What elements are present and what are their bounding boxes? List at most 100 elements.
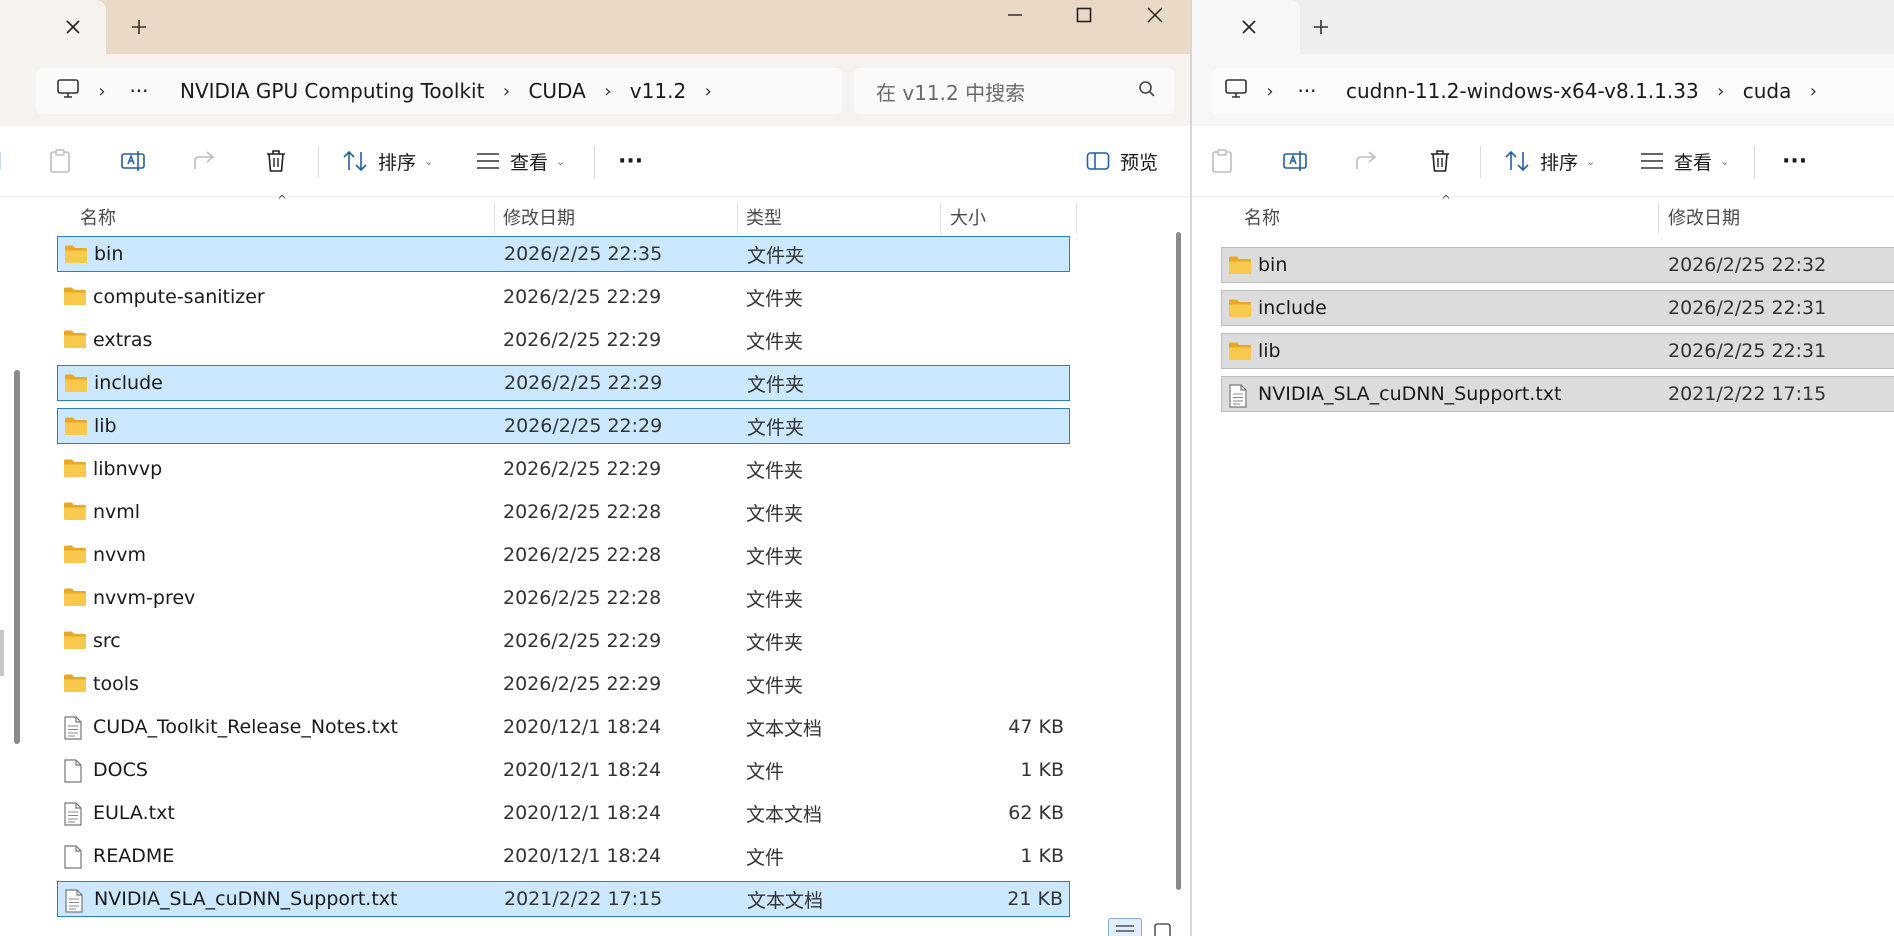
breadcrumb-separator[interactable]: ›: [80, 81, 124, 102]
file-row[interactable]: README 2020/12/1 18:24 文件 1 KB: [57, 838, 1070, 874]
cut-button[interactable]: [0, 138, 6, 184]
view-button[interactable]: 查看 ⌄: [1640, 138, 1729, 184]
nav-pane-scrollbar[interactable]: [14, 370, 20, 744]
file-type: 文件夹: [746, 330, 804, 353]
new-tab-button[interactable]: [122, 10, 156, 44]
breadcrumb-item[interactable]: cudnn-11.2-windows-x64-v8.1.1.33: [1346, 79, 1699, 103]
file-row[interactable]: bin 2026/2/25 22:35 文件夹: [57, 236, 1070, 272]
file-name: compute-sanitizer: [93, 286, 265, 308]
tiles-view-toggle[interactable]: [1154, 922, 1172, 936]
maximize-button[interactable]: [1049, 0, 1119, 30]
rename-button[interactable]: [1282, 138, 1310, 184]
file-name: NVIDIA_SLA_cuDNN_Support.txt: [94, 888, 398, 910]
column-divider[interactable]: [1076, 202, 1077, 234]
address-bar[interactable]: › ··· NVIDIA GPU Computing Toolkit › CUD…: [36, 68, 842, 114]
breadcrumb-item[interactable]: NVIDIA GPU Computing Toolkit: [180, 79, 484, 103]
breadcrumb-separator[interactable]: ›: [484, 81, 528, 102]
breadcrumb-more[interactable]: ···: [124, 79, 154, 103]
column-header-modified[interactable]: 修改日期: [503, 200, 575, 234]
minimize-button[interactable]: [980, 0, 1050, 30]
tab-close-button[interactable]: [56, 10, 90, 44]
column-header-size[interactable]: 大小: [950, 200, 986, 234]
file-size: 21 KB: [1007, 888, 1063, 910]
column-header-name[interactable]: 名称: [1244, 200, 1280, 234]
paste-button[interactable]: [1210, 138, 1234, 184]
text-file-icon: [63, 802, 83, 831]
search-icon[interactable]: [1138, 79, 1156, 103]
file-row[interactable]: src 2026/2/25 22:29 文件夹: [57, 623, 1070, 659]
file-name: bin: [1258, 254, 1288, 276]
breadcrumb-item[interactable]: cuda: [1743, 79, 1792, 103]
breadcrumb-separator[interactable]: ›: [1699, 81, 1743, 102]
file-row[interactable]: EULA.txt 2020/12/1 18:24 文本文档 62 KB: [57, 795, 1070, 831]
column-header-modified[interactable]: 修改日期: [1668, 200, 1740, 234]
more-options-button[interactable]: ···: [1782, 138, 1807, 184]
tiles-view-icon: [1154, 923, 1171, 936]
column-header-type[interactable]: 类型: [746, 200, 782, 234]
file-row[interactable]: tools 2026/2/25 22:29 文件夹: [57, 666, 1070, 702]
file-row[interactable]: CUDA_Toolkit_Release_Notes.txt 2020/12/1 …: [57, 709, 1070, 745]
share-button[interactable]: [192, 138, 218, 184]
delete-button[interactable]: [1428, 138, 1452, 184]
breadcrumb-item[interactable]: CUDA: [528, 79, 585, 103]
file-row[interactable]: lib 2026/2/25 22:29 文件夹: [57, 408, 1070, 444]
sort-button[interactable]: 排序 ⌄: [342, 138, 433, 184]
details-view-toggle[interactable]: [1108, 918, 1142, 936]
column-divider[interactable]: [1658, 202, 1659, 234]
search-input[interactable]: 在 v11.2 中搜索: [876, 77, 1138, 106]
file-row[interactable]: NVIDIA_SLA_cuDNN_Support.txt 2021/2/22 17…: [1221, 376, 1894, 412]
view-button[interactable]: 查看 ⌄: [476, 138, 565, 184]
address-bar[interactable]: › ··· cudnn-11.2-windows-x64-v8.1.1.33 ›…: [1212, 68, 1894, 114]
close-icon: [66, 20, 80, 34]
file-row[interactable]: nvvm 2026/2/25 22:28 文件夹: [57, 537, 1070, 573]
file-type: 文件夹: [747, 373, 805, 396]
file-modified-date: 2020/12/1 18:24: [503, 716, 662, 738]
breadcrumb-separator[interactable]: ›: [1248, 81, 1292, 102]
breadcrumb-item[interactable]: v11.2: [630, 79, 686, 103]
sort-label: 排序: [378, 151, 417, 174]
nav-pane-resize-handle[interactable]: [0, 630, 4, 676]
window-close-button[interactable]: [1120, 0, 1190, 30]
file-row[interactable]: DOCS 2020/12/1 18:24 文件 1 KB: [57, 752, 1070, 788]
folder-icon: [1228, 255, 1252, 280]
sort-button[interactable]: 排序 ⌄: [1504, 138, 1595, 184]
file-name: bin: [94, 243, 124, 265]
toolbar-divider: [594, 146, 595, 178]
file-row[interactable]: NVIDIA_SLA_cuDNN_Support.txt 2021/2/22 17…: [57, 881, 1070, 917]
rename-button[interactable]: [120, 138, 148, 184]
breadcrumb-separator[interactable]: ›: [586, 81, 630, 102]
file-list-scrollbar[interactable]: [1176, 232, 1181, 890]
file-row[interactable]: nvvm-prev 2026/2/25 22:28 文件夹: [57, 580, 1070, 616]
view-label: 查看: [1674, 151, 1713, 174]
paste-button[interactable]: [48, 138, 72, 184]
file-row[interactable]: libnvvp 2026/2/25 22:29 文件夹: [57, 451, 1070, 487]
this-pc-icon[interactable]: [56, 78, 80, 105]
file-row[interactable]: extras 2026/2/25 22:29 文件夹: [57, 322, 1070, 358]
column-divider[interactable]: [494, 202, 495, 234]
file-row[interactable]: bin 2026/2/25 22:32: [1221, 247, 1894, 283]
breadcrumb-more[interactable]: ···: [1292, 79, 1322, 103]
file-row[interactable]: compute-sanitizer 2026/2/25 22:29 文件夹: [57, 279, 1070, 315]
this-pc-icon[interactable]: [1224, 78, 1248, 105]
file-name: include: [94, 372, 163, 394]
delete-button[interactable]: [264, 138, 288, 184]
breadcrumb-separator[interactable]: ›: [686, 81, 730, 102]
preview-pane-button[interactable]: 预览: [1086, 138, 1158, 184]
file-row[interactable]: include 2026/2/25 22:29 文件夹: [57, 365, 1070, 401]
file-name: include: [1258, 297, 1327, 319]
tab-active[interactable]: [1192, 0, 1300, 54]
tab-active[interactable]: [0, 0, 106, 54]
file-icon: [63, 759, 83, 788]
new-tab-button[interactable]: [1304, 10, 1338, 44]
more-options-button[interactable]: ···: [618, 138, 643, 184]
breadcrumb-separator[interactable]: ›: [1791, 81, 1835, 102]
file-row[interactable]: lib 2026/2/25 22:31: [1221, 333, 1894, 369]
column-divider[interactable]: [737, 202, 738, 234]
share-button[interactable]: [1354, 138, 1380, 184]
file-row[interactable]: nvml 2026/2/25 22:28 文件夹: [57, 494, 1070, 530]
tab-close-button[interactable]: [1232, 10, 1266, 44]
file-row[interactable]: include 2026/2/25 22:31: [1221, 290, 1894, 326]
column-divider[interactable]: [940, 202, 941, 234]
search-box[interactable]: 在 v11.2 中搜索: [854, 68, 1174, 114]
column-header-name[interactable]: 名称: [80, 200, 116, 234]
